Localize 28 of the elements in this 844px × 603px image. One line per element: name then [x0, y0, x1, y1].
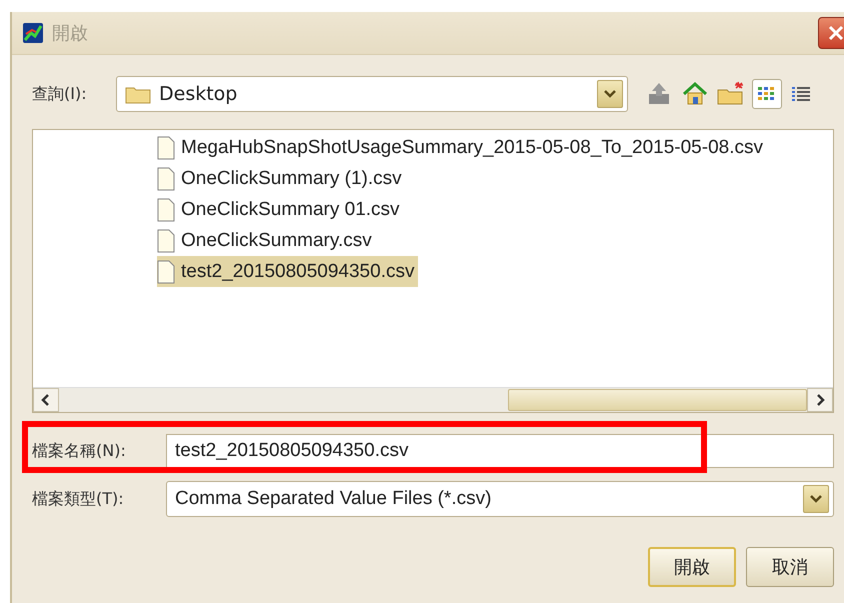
file-icon — [157, 260, 175, 284]
horizontal-scrollbar[interactable] — [33, 387, 833, 412]
look-in-label: 查詢(I): — [32, 84, 88, 104]
scroll-left-icon[interactable] — [41, 394, 51, 406]
view-button[interactable] — [752, 79, 782, 109]
file-item[interactable]: OneClickSummary 01.csv — [157, 194, 404, 225]
file-name-label: 檔案名稱(N): — [32, 440, 127, 462]
file-type-dropdown[interactable]: Comma Separated Value Files (*.csv) — [166, 481, 834, 517]
scroll-right-icon[interactable] — [815, 394, 825, 406]
file-item[interactable]: OneClickSummary (1).csv — [157, 163, 406, 194]
close-icon — [827, 24, 844, 42]
file-icon — [157, 228, 175, 252]
file-icon — [157, 198, 175, 222]
cancel-button[interactable]: 取消 — [746, 547, 834, 587]
list-view-icon — [757, 86, 777, 102]
file-type-label: 檔案類型(T): — [32, 488, 125, 510]
chart-icon — [22, 22, 44, 44]
file-icon — [157, 166, 175, 190]
open-button[interactable]: 開啟 — [648, 547, 736, 587]
window-title: 開啟 — [52, 22, 88, 45]
file-item[interactable]: test2_20150805094350.csv — [157, 256, 418, 287]
file-item[interactable]: OneClickSummary.csv — [157, 225, 376, 256]
file-icon — [157, 136, 175, 160]
details-view-icon — [791, 86, 811, 102]
close-button[interactable] — [818, 17, 844, 49]
file-name-field[interactable]: test2_20150805094350.csv — [166, 434, 834, 468]
look-in-dropdown[interactable]: Desktop — [116, 76, 628, 112]
file-item[interactable]: MegaHubSnapShotUsageSummary_2015-05-08_To_2015-05-08.csv — [157, 132, 767, 163]
